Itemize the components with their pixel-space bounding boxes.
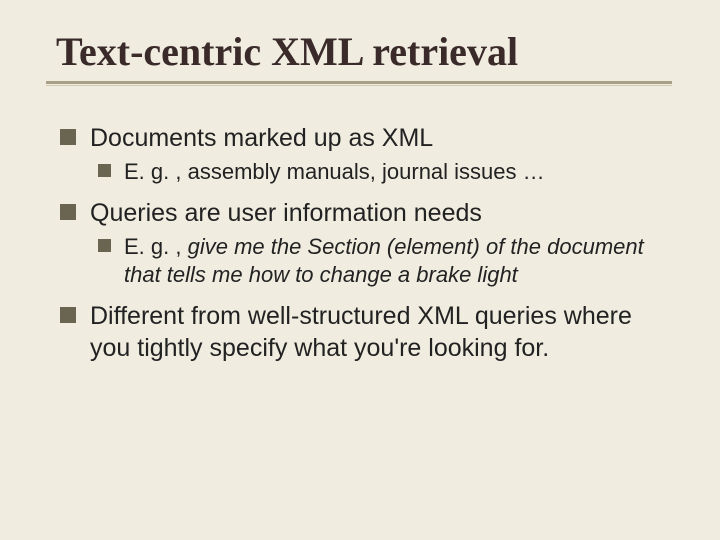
sub-bullet-text: assembly manuals, journal issues … [188,159,545,184]
slide-title: Text-centric XML retrieval [56,28,672,75]
bullet-item: Different from well-structured XML queri… [60,300,672,364]
bullet-text: Queries are user information needs [90,199,482,227]
bullet-text: Documents marked up as XML [90,124,433,152]
sub-bullet-text: give me the Section (element) of the doc… [124,234,644,288]
sub-bullet-list: E. g. , give me the Section (element) of… [98,233,672,290]
bullet-list: Documents marked up as XML E. g. , assem… [60,122,672,364]
sub-bullet-item: E. g. , give me the Section (element) of… [98,233,672,290]
sub-bullet-item: E. g. , assembly manuals, journal issues… [98,158,672,187]
bullet-item: Queries are user information needs E. g.… [60,197,672,290]
slide: Text-centric XML retrieval Documents mar… [0,0,720,540]
bullet-text: Different from well-structured XML queri… [90,302,632,362]
bullet-item: Documents marked up as XML E. g. , assem… [60,122,672,187]
sub-bullet-list: E. g. , assembly manuals, journal issues… [98,158,672,187]
sub-bullet-lead: E. g. , [124,234,188,259]
sub-bullet-lead: E. g. , [124,159,188,184]
title-divider [46,81,672,86]
